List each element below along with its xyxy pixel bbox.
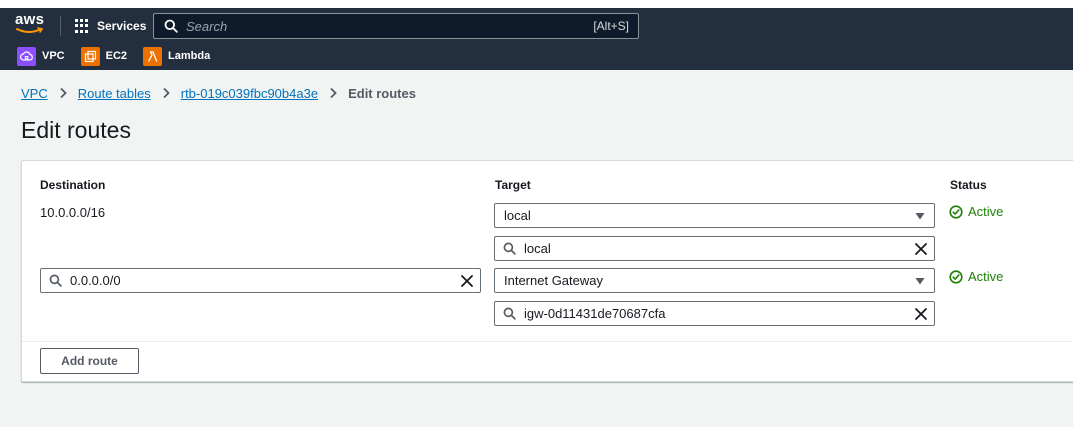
route-2-target-value: igw-0d11431de70687cfa — [524, 306, 666, 321]
route-1-destination: 10.0.0.0/16 — [40, 205, 106, 220]
search-icon — [503, 307, 516, 320]
chevron-right-icon — [163, 87, 170, 99]
aws-logo[interactable]: aws — [15, 12, 47, 36]
breadcrumb: VPC Route tables rtb-019c039fbc90b4a3e E… — [21, 85, 416, 101]
status-success-icon — [949, 269, 963, 284]
breadcrumb-current: Edit routes — [348, 85, 416, 101]
breadcrumb-route-table-id-link[interactable]: rtb-019c039fbc90b4a3e — [181, 86, 318, 101]
search-icon — [503, 242, 516, 255]
route-2-target-type-value: Internet Gateway — [504, 273, 603, 288]
services-label: Services — [97, 19, 147, 33]
global-search-input[interactable]: Search [Alt+S] — [153, 13, 639, 39]
search-placeholder: Search — [186, 18, 228, 34]
search-icon — [164, 19, 178, 33]
ec2-icon — [80, 46, 100, 66]
destination-column-header: Destination — [40, 178, 106, 192]
route-2-destination-input[interactable]: 0.0.0.0/0 — [40, 268, 481, 293]
breadcrumb-route-tables-link[interactable]: Route tables — [78, 86, 151, 101]
route-2-status-text: Active — [968, 269, 1004, 284]
route-2-status: Active — [949, 269, 1003, 284]
top-strip — [0, 0, 1073, 8]
aws-smile-icon — [16, 27, 44, 33]
clear-icon[interactable] — [460, 274, 474, 288]
lambda-icon — [143, 46, 163, 66]
aws-logo-text: aws — [15, 11, 45, 28]
services-grid-icon — [75, 19, 90, 33]
favorite-vpc[interactable]: VPC — [17, 46, 65, 66]
route-1-target-search-input[interactable]: local — [494, 236, 935, 261]
add-route-button[interactable]: Add route — [40, 348, 139, 374]
route-2-target-type-select[interactable]: Internet Gateway — [494, 268, 935, 293]
clear-icon[interactable] — [914, 242, 928, 256]
search-shortcut-hint: [Alt+S] — [593, 19, 629, 33]
caret-down-icon — [915, 277, 925, 284]
route-2-target-search-input[interactable]: igw-0d11431de70687cfa — [494, 301, 935, 326]
favorite-ec2-label: EC2 — [105, 50, 128, 62]
caret-down-icon — [915, 212, 925, 219]
panel-divider — [22, 341, 1073, 342]
target-column-header: Target — [495, 178, 531, 192]
chevron-right-icon — [60, 87, 67, 99]
nav-primary-row: aws Services Search [Alt+S] — [0, 8, 1073, 44]
favorite-lambda-label: Lambda — [168, 50, 211, 62]
favorite-vpc-label: VPC — [42, 50, 65, 62]
status-column-header: Status — [950, 178, 987, 192]
favorites-bar: VPC EC2 Lambda — [0, 45, 1073, 67]
route-1-target-type-select[interactable]: local — [494, 203, 935, 228]
route-1-target-type-value: local — [504, 208, 531, 223]
vpc-icon — [17, 46, 36, 66]
routes-editor-panel: Destination Target Status 10.0.0.0/16 lo… — [21, 160, 1073, 382]
page-title: Edit routes — [21, 117, 131, 143]
favorite-ec2[interactable]: EC2 — [80, 46, 128, 66]
route-1-status: Active — [949, 204, 1003, 219]
route-1-target-value: local — [524, 241, 551, 256]
chevron-right-icon — [330, 87, 337, 99]
search-icon — [49, 274, 62, 287]
route-2-destination-value: 0.0.0.0/0 — [70, 273, 121, 288]
clear-icon[interactable] — [914, 307, 928, 321]
status-success-icon — [949, 204, 963, 219]
route-1-status-text: Active — [968, 204, 1004, 219]
nav-divider — [60, 16, 61, 36]
services-menu-button[interactable]: Services — [75, 16, 146, 36]
breadcrumb-vpc-link[interactable]: VPC — [21, 86, 48, 101]
top-navigation-bar: aws Services Search [Alt+S] VPC EC2 Lamb… — [0, 8, 1073, 70]
favorite-lambda[interactable]: Lambda — [143, 46, 211, 66]
